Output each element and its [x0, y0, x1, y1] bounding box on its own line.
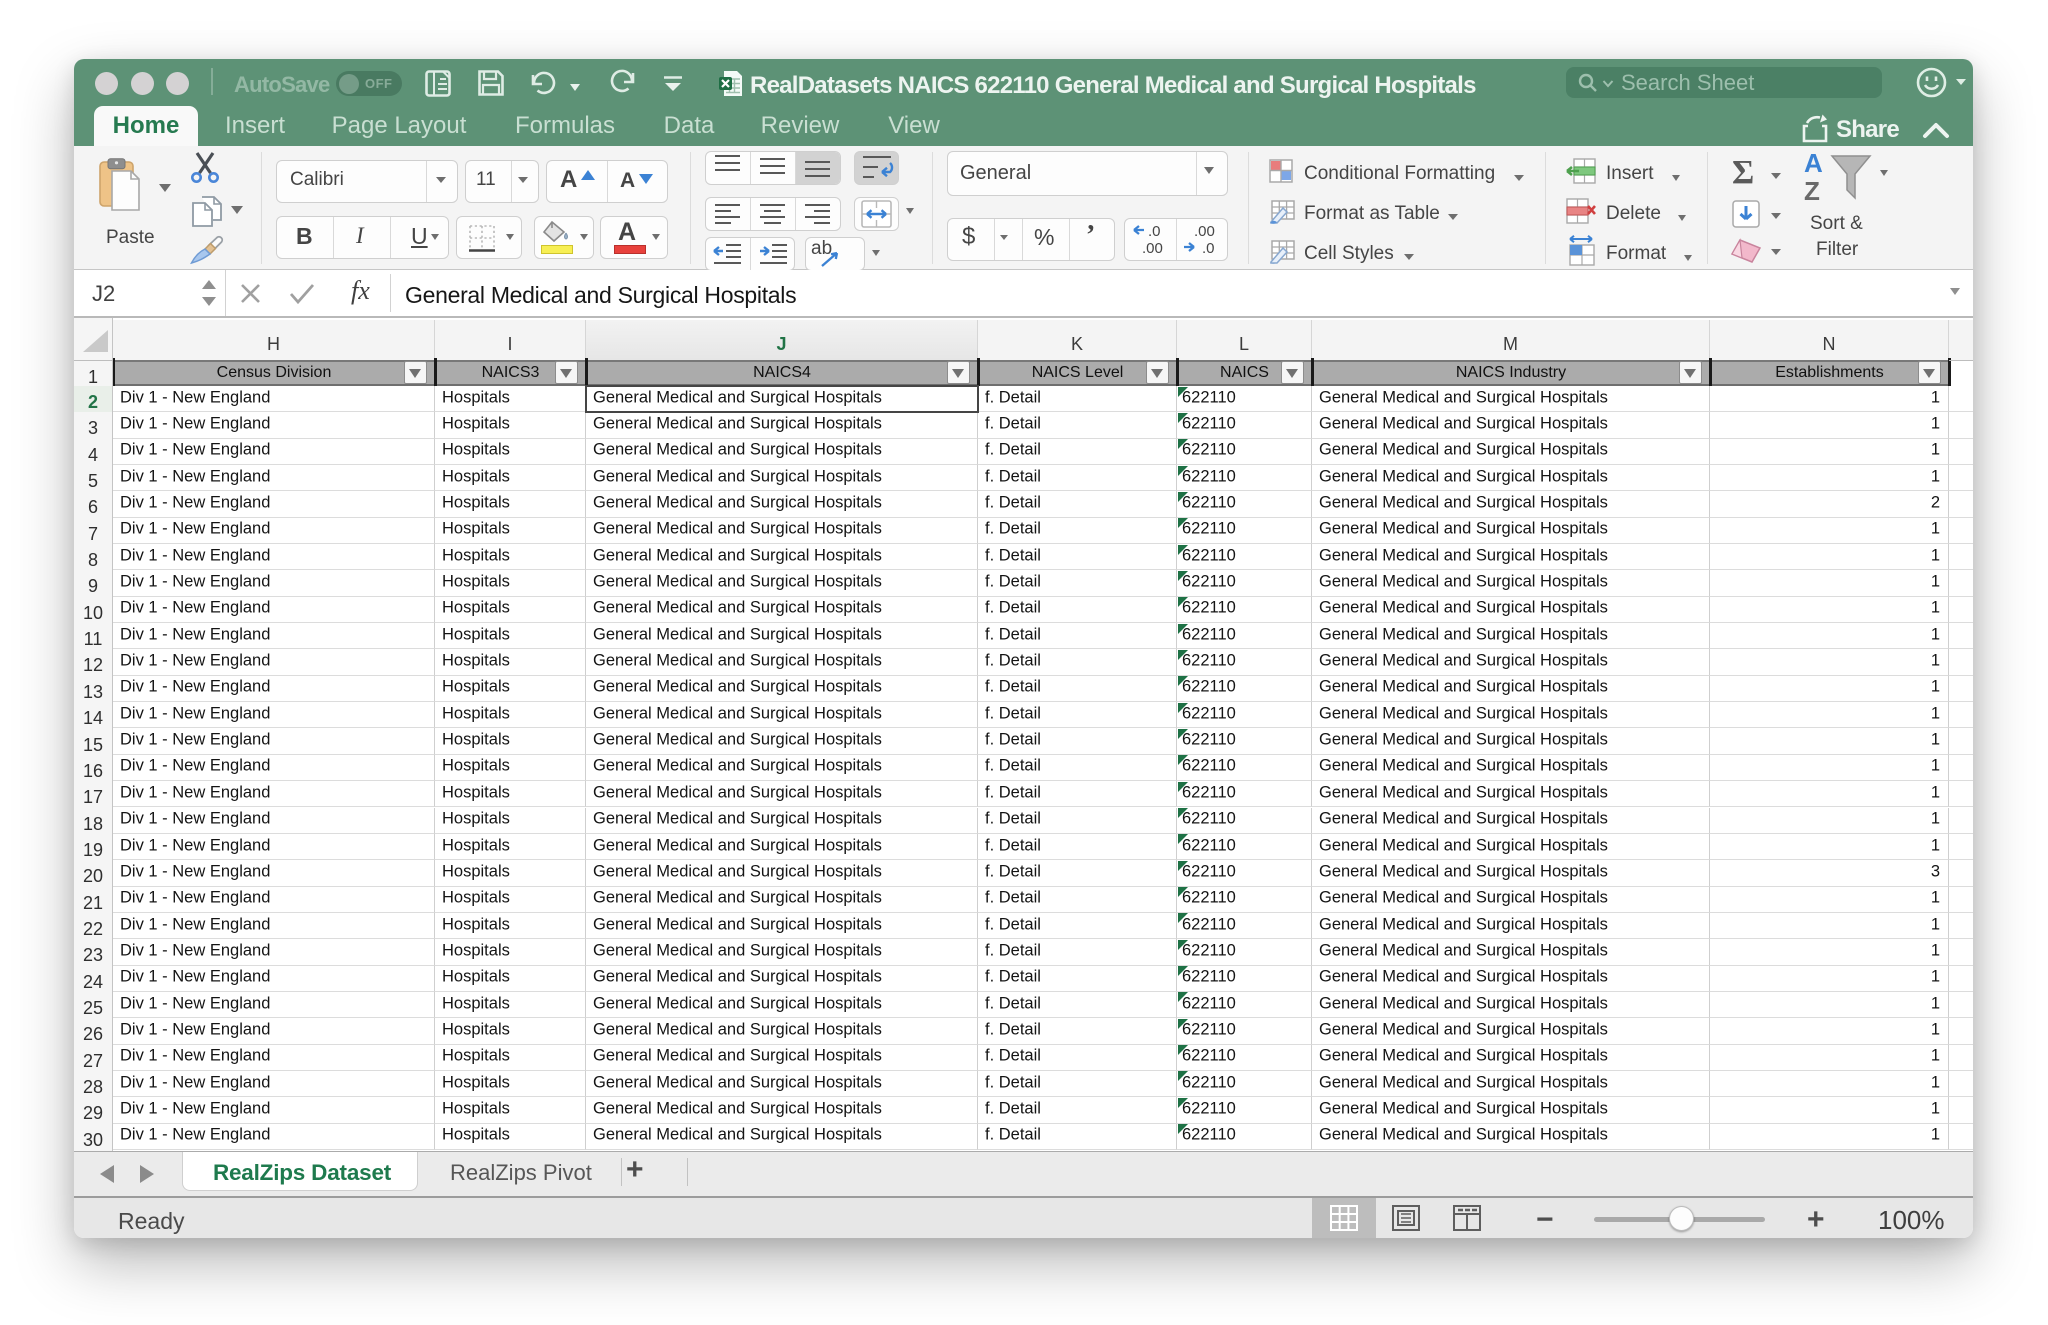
svg-text:.00: .00 — [1194, 223, 1215, 240]
svg-text:Z: Z — [1804, 176, 1820, 206]
svg-text:A: A — [1804, 148, 1823, 178]
svg-text:.00: .00 — [1142, 240, 1163, 257]
svg-text:.0: .0 — [1202, 240, 1215, 257]
svg-text:.0: .0 — [1148, 223, 1161, 240]
